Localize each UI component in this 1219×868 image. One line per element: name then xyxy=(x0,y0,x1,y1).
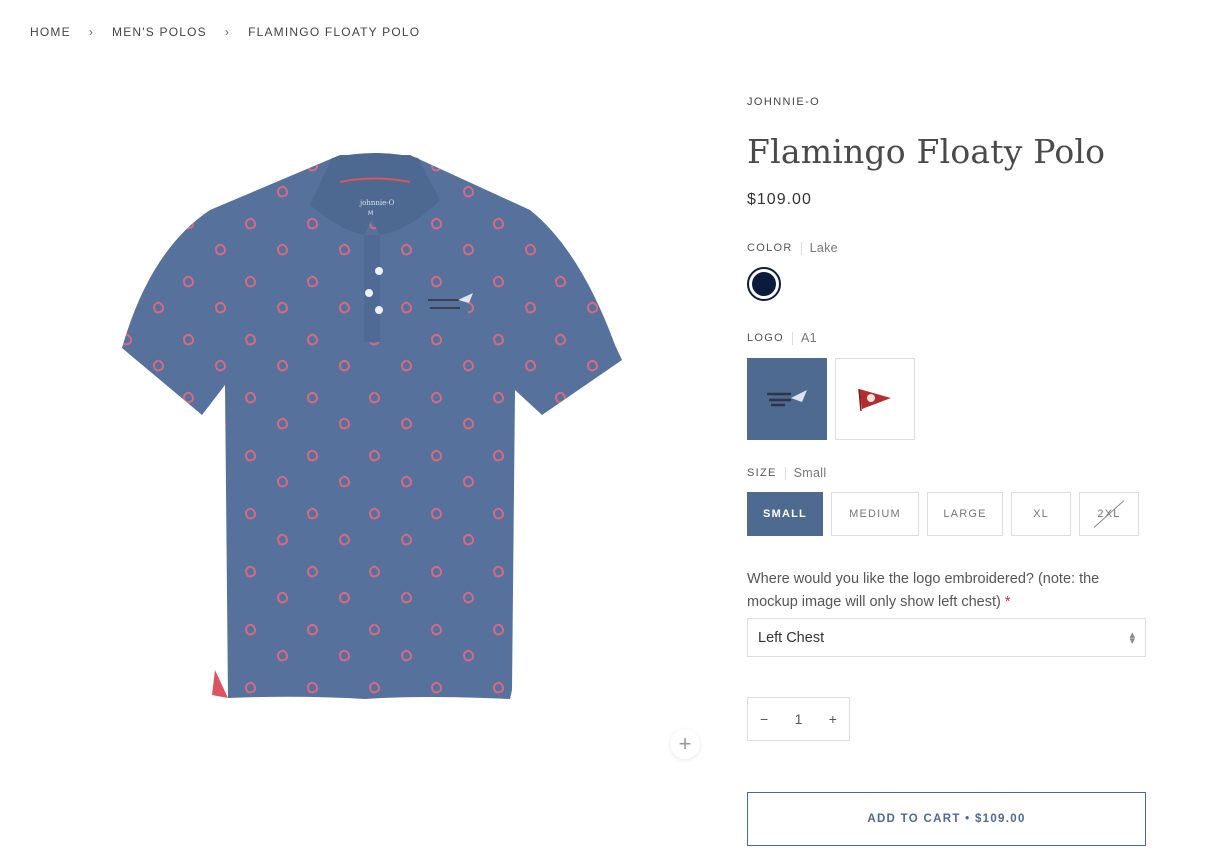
product-vendor[interactable]: JOHNNIE-O xyxy=(747,96,1147,108)
breadcrumb-home[interactable]: HOME xyxy=(30,25,71,39)
quantity-decrease-button[interactable]: − xyxy=(760,711,768,727)
product-image[interactable]: johnnie-O M xyxy=(110,150,630,710)
logo-tiles xyxy=(747,358,1147,440)
pennant-logo-icon xyxy=(858,388,891,412)
placket xyxy=(364,235,380,342)
logo-value: A1 xyxy=(801,331,817,345)
side-vent xyxy=(212,670,228,698)
divider xyxy=(800,241,802,255)
required-mark: * xyxy=(1004,594,1011,610)
breadcrumb-mens-polos[interactable]: MEN'S POLOS xyxy=(112,25,207,39)
quantity-stepper: − 1 + xyxy=(747,697,850,741)
indian-creek-logo-icon xyxy=(767,390,807,407)
embroidery-location-select[interactable]: Left Chest ▴ ▾ xyxy=(747,618,1146,657)
button xyxy=(365,289,373,297)
quantity-value[interactable]: 1 xyxy=(795,711,803,727)
logo-label-row: LOGO A1 xyxy=(747,331,1147,345)
button xyxy=(375,306,383,314)
breadcrumb-current: FLAMINGO FLOATY POLO xyxy=(248,25,421,39)
size-button-large[interactable]: LARGE xyxy=(927,492,1003,536)
logo-tile-indian-creek[interactable] xyxy=(747,358,827,440)
add-to-cart-button[interactable]: ADD TO CART • $109.00 xyxy=(747,792,1146,846)
product-info: JOHNNIE-O Flamingo Floaty Polo $109.00 C… xyxy=(747,90,1147,846)
divider xyxy=(784,466,786,480)
embroidery-question-text: Where would you like the logo embroidere… xyxy=(747,571,1100,610)
color-option: COLOR Lake xyxy=(747,241,1147,301)
color-value: Lake xyxy=(809,241,838,255)
size-value: Small xyxy=(793,466,827,480)
swatch-fill xyxy=(752,272,776,296)
zoom-button[interactable]: + xyxy=(670,729,700,759)
size-button-xl[interactable]: XL xyxy=(1011,492,1071,536)
size-option: SIZE Small SMALL MEDIUM LARGE XL 2XL xyxy=(747,466,1147,536)
chest-logo xyxy=(428,293,473,318)
breadcrumb-separator: › xyxy=(224,25,231,39)
polo-shirt-image: johnnie-O M xyxy=(122,153,622,699)
embroidery-selected-value: Left Chest xyxy=(758,629,825,646)
quantity-increase-button[interactable]: + xyxy=(829,711,837,727)
logo-tile-pennant[interactable] xyxy=(835,358,915,440)
breadcrumb: HOME › MEN'S POLOS › FLAMINGO FLOATY POL… xyxy=(30,25,420,39)
color-label-row: COLOR Lake xyxy=(747,241,1147,255)
color-swatch-lake[interactable] xyxy=(747,267,781,301)
product-price: $109.00 xyxy=(747,191,812,208)
collar-tag-text: johnnie-O xyxy=(359,199,395,207)
size-label-row: SIZE Small xyxy=(747,466,1147,480)
product-title: Flamingo Floaty Polo xyxy=(747,132,1106,171)
color-label: COLOR xyxy=(747,242,793,254)
size-button-2xl[interactable]: 2XL xyxy=(1079,492,1139,536)
logo-option: LOGO A1 xyxy=(747,331,1147,440)
breadcrumb-separator: › xyxy=(88,25,95,39)
button xyxy=(375,267,383,275)
size-choices: SMALL MEDIUM LARGE XL 2XL xyxy=(747,492,1147,536)
collar-size-text: M xyxy=(368,210,373,217)
embroidery-question: Where would you like the logo embroidere… xyxy=(747,568,1147,614)
size-button-small[interactable]: SMALL xyxy=(747,492,823,536)
logo-label: LOGO xyxy=(747,332,784,344)
divider xyxy=(792,331,793,345)
select-arrows-icon: ▴ ▾ xyxy=(1129,628,1135,647)
size-label: SIZE xyxy=(747,467,777,479)
size-button-medium[interactable]: MEDIUM xyxy=(831,492,919,536)
